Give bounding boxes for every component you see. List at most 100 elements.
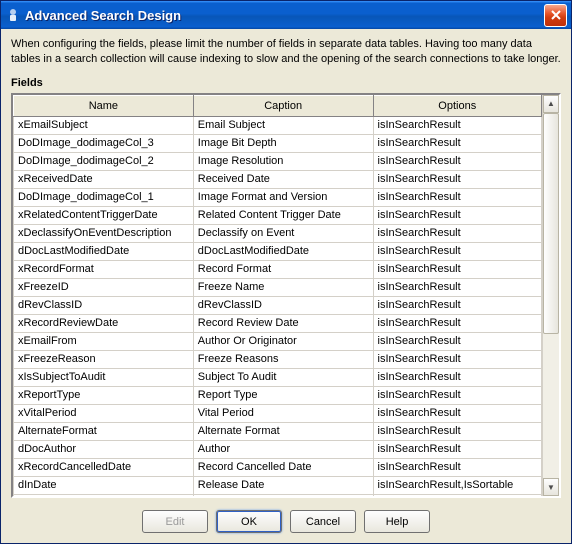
table-row[interactable]: dDocAuthorAuthorisInSearchResult <box>14 440 542 458</box>
cell-options: isInSearchResult <box>373 314 541 332</box>
table-scroll-area: Name Caption Options xEmailSubjectEmail … <box>13 95 542 496</box>
column-header-options[interactable]: Options <box>373 95 541 116</box>
cell-name: xReceivedDate <box>14 170 194 188</box>
table-row[interactable]: xDeclassifyOnEventDescriptionDeclassify … <box>14 224 542 242</box>
cell-options: isInSearchResult <box>373 224 541 242</box>
scroll-up-button[interactable]: ▲ <box>543 95 559 113</box>
cell-caption: Record Cancelled Date <box>193 458 373 476</box>
cell-name: AlternateFormat <box>14 422 194 440</box>
cell-name: DoDImage_dodimageCol_2 <box>14 152 194 170</box>
table-row[interactable]: xReceivedDateReceived DateisInSearchResu… <box>14 170 542 188</box>
cell-options: isInSearchResult <box>373 242 541 260</box>
table-row[interactable]: xEmailFromAuthor Or OriginatorisInSearch… <box>14 332 542 350</box>
dialog-body: When configuring the fields, please limi… <box>1 29 571 543</box>
cell-caption: Received Date <box>193 170 373 188</box>
close-button[interactable] <box>544 4 567 27</box>
cell-options: isInSearchResult,IsSortable <box>373 476 541 494</box>
cell-caption: Image Format and Version <box>193 188 373 206</box>
table-row[interactable]: xRecordCancelledDateRecord Cancelled Dat… <box>14 458 542 476</box>
table-row[interactable]: xFreezeReasonFreeze ReasonsisInSearchRes… <box>14 350 542 368</box>
titlebar[interactable]: Advanced Search Design <box>1 1 571 29</box>
cell-name: dDocAuthor <box>14 440 194 458</box>
cell-name: xReportType <box>14 386 194 404</box>
app-icon <box>5 7 21 23</box>
cell-caption: Email ID <box>193 494 373 496</box>
table-row[interactable]: AlternateFormatAlternate FormatisInSearc… <box>14 422 542 440</box>
cell-caption: Record Review Date <box>193 314 373 332</box>
column-header-caption[interactable]: Caption <box>193 95 373 116</box>
cell-name: xRecordFormat <box>14 260 194 278</box>
vertical-scrollbar[interactable]: ▲ ▼ <box>542 95 559 496</box>
table-row[interactable]: dInDateRelease DateisInSearchResult,IsSo… <box>14 476 542 494</box>
cell-options: isInSearchResult <box>373 386 541 404</box>
fields-table-container: Name Caption Options xEmailSubjectEmail … <box>11 93 561 498</box>
cell-options: isInSearchResult <box>373 188 541 206</box>
cell-name: DoDImage_dodimageCol_1 <box>14 188 194 206</box>
cell-options: isInSearchResult <box>373 134 541 152</box>
cell-name: dDocLastModifiedDate <box>14 242 194 260</box>
column-header-name[interactable]: Name <box>14 95 194 116</box>
cell-options: isInSearchResult <box>373 152 541 170</box>
cell-caption: dRevClassID <box>193 296 373 314</box>
scroll-thumb[interactable] <box>543 113 559 334</box>
cell-name: xVitalPeriod <box>14 404 194 422</box>
scroll-track[interactable] <box>543 113 559 478</box>
cell-name: xFreezeReason <box>14 350 194 368</box>
table-row[interactable]: xRecordFormatRecord FormatisInSearchResu… <box>14 260 542 278</box>
cell-name: dInDate <box>14 476 194 494</box>
table-row[interactable]: DoDImage_dodimageCol_2Image Resolutionis… <box>14 152 542 170</box>
cell-name: dRevClassID <box>14 296 194 314</box>
cell-caption: Related Content Trigger Date <box>193 206 373 224</box>
table-row[interactable]: xVitalPeriodVital PeriodisInSearchResult <box>14 404 542 422</box>
cell-caption: Image Resolution <box>193 152 373 170</box>
cell-caption: Freeze Reasons <box>193 350 373 368</box>
help-button[interactable]: Help <box>364 510 430 533</box>
cell-options: isInSearchResult <box>373 296 541 314</box>
cell-caption: Vital Period <box>193 404 373 422</box>
table-header-row: Name Caption Options <box>14 95 542 116</box>
cell-caption: Email Subject <box>193 116 373 134</box>
table-row[interactable]: DoDImage_dodimageCol_3Image Bit DepthisI… <box>14 134 542 152</box>
cell-name: xRecordReviewDate <box>14 314 194 332</box>
table-row[interactable]: xIsSubjectToAuditSubject To AuditisInSea… <box>14 368 542 386</box>
cell-options: isInSearchResult <box>373 440 541 458</box>
description-text: When configuring the fields, please limi… <box>11 37 561 67</box>
cell-name: xEmailid <box>14 494 194 496</box>
table-row[interactable]: DoDImage_dodimageCol_1Image Format and V… <box>14 188 542 206</box>
table-row[interactable]: xRecordReviewDateRecord Review DateisInS… <box>14 314 542 332</box>
cell-name: DoDImage_dodimageCol_3 <box>14 134 194 152</box>
fields-table[interactable]: Name Caption Options xEmailSubjectEmail … <box>13 95 542 496</box>
cell-name: xEmailSubject <box>14 116 194 134</box>
ok-button[interactable]: OK <box>216 510 282 533</box>
cell-caption: Alternate Format <box>193 422 373 440</box>
cell-name: xRelatedContentTriggerDate <box>14 206 194 224</box>
cell-caption: Report Type <box>193 386 373 404</box>
table-row[interactable]: dDocLastModifiedDatedDocLastModifiedDate… <box>14 242 542 260</box>
cell-options: isInSearchResult <box>373 278 541 296</box>
cell-name: xEmailFrom <box>14 332 194 350</box>
cell-caption: Image Bit Depth <box>193 134 373 152</box>
table-row[interactable]: xFreezeIDFreeze NameisInSearchResult <box>14 278 542 296</box>
edit-button[interactable]: Edit <box>142 510 208 533</box>
cancel-button[interactable]: Cancel <box>290 510 356 533</box>
cell-caption: Author <box>193 440 373 458</box>
fields-label: Fields <box>11 77 561 89</box>
cell-options: isInSearchResult <box>373 260 541 278</box>
cell-name: xIsSubjectToAudit <box>14 368 194 386</box>
window-title: Advanced Search Design <box>25 8 544 23</box>
dialog-window: Advanced Search Design When configuring … <box>0 0 572 544</box>
button-row: Edit OK Cancel Help <box>11 498 561 533</box>
table-row[interactable]: xRelatedContentTriggerDateRelated Conten… <box>14 206 542 224</box>
cell-name: xFreezeID <box>14 278 194 296</box>
table-row[interactable]: xEmailSubjectEmail SubjectisInSearchResu… <box>14 116 542 134</box>
cell-options: isInSearchResult <box>373 332 541 350</box>
scroll-down-button[interactable]: ▼ <box>543 478 559 496</box>
table-row[interactable]: dRevClassIDdRevClassIDisInSearchResult <box>14 296 542 314</box>
table-row[interactable]: xEmailidEmail IDisInSearchResult <box>14 494 542 496</box>
cell-options: isInSearchResult <box>373 116 541 134</box>
table-row[interactable]: xReportTypeReport TypeisInSearchResult <box>14 386 542 404</box>
cell-options: isInSearchResult <box>373 404 541 422</box>
cell-name: xRecordCancelledDate <box>14 458 194 476</box>
cell-options: isInSearchResult <box>373 206 541 224</box>
cell-caption: Author Or Originator <box>193 332 373 350</box>
